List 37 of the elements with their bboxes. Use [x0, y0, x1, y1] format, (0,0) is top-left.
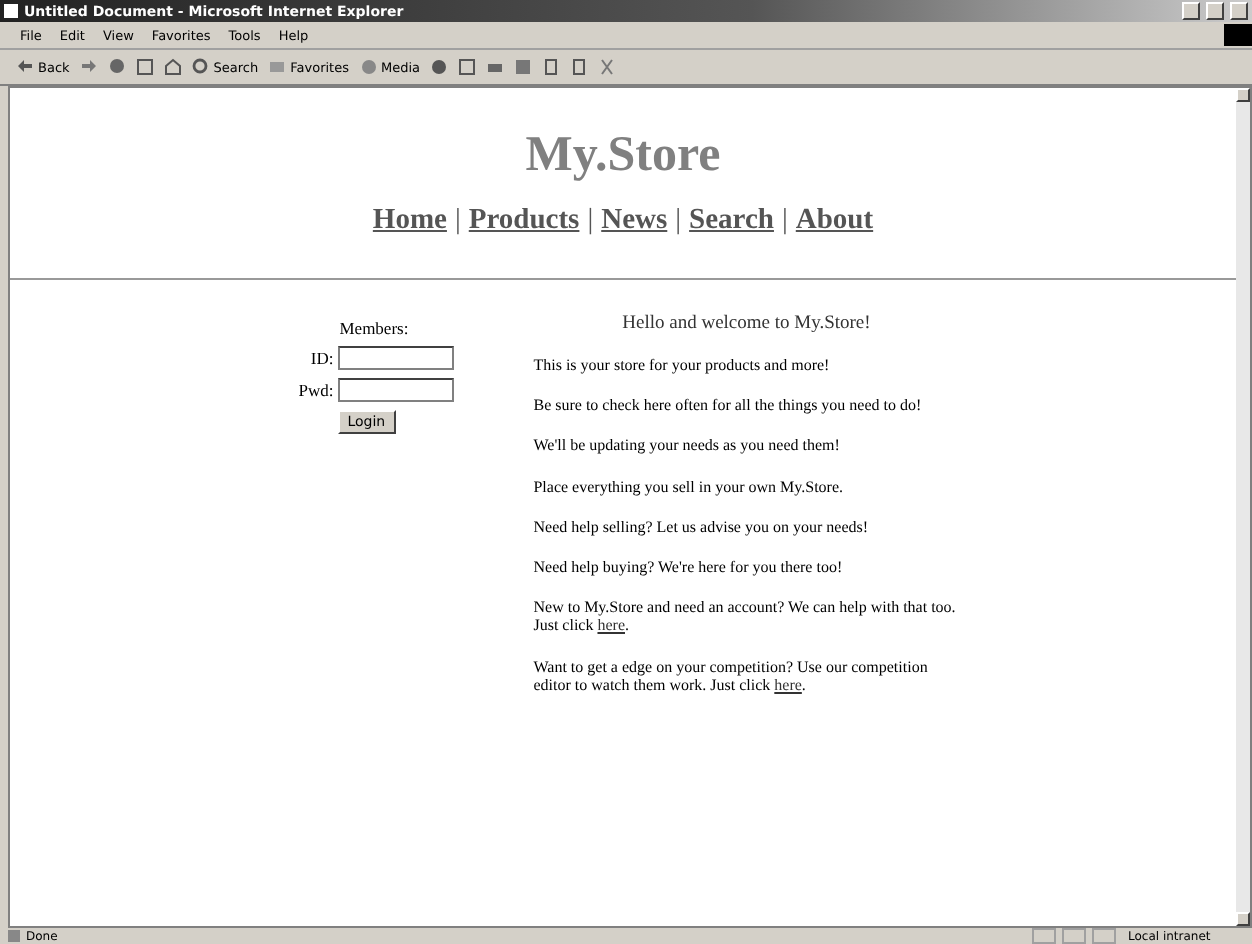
status-panel	[1032, 928, 1056, 944]
input-field[interactable]	[337, 378, 454, 402]
close-button[interactable]	[1230, 2, 1248, 20]
nav-link[interactable]: News	[601, 204, 668, 238]
paragraph: New to My.Store and need an account? We can help with that too. Just click here.	[533, 598, 958, 635]
media-icon	[359, 58, 377, 76]
paragraph: Be sure to check here often for all the things you need to do!	[533, 396, 924, 415]
maximize-button[interactable]	[1206, 2, 1224, 20]
paragraph: Need help buying? We're here for you there too!	[533, 557, 845, 577]
site-logo: My.Store	[525, 128, 721, 184]
back-arrow-icon	[16, 58, 34, 76]
nav-separator: |	[454, 204, 461, 238]
field-label: ID:	[308, 348, 334, 368]
nav-link[interactable]: Products	[468, 204, 580, 238]
paragraph: Need help selling? Let us advise you on your needs!	[533, 517, 871, 536]
paragraph: We'll be updating your needs as you need them!	[533, 436, 842, 456]
members-heading: Members:	[337, 318, 411, 338]
paragraph: This is your store for your products and more!	[533, 356, 832, 375]
nav-separator: |	[675, 204, 682, 238]
status-panel	[1062, 928, 1086, 944]
welcome-heading: Hello and welcome to My.Store!	[620, 314, 873, 334]
search-icon	[191, 58, 210, 76]
nav-link[interactable]: Search	[689, 204, 774, 238]
browser-icon	[4, 4, 18, 18]
status-panel	[1092, 928, 1116, 944]
nav-link[interactable]: About	[795, 204, 874, 238]
folder-icon	[268, 58, 287, 76]
field-label: Pwd:	[298, 380, 334, 400]
here-link[interactable]: here	[597, 616, 625, 635]
here-link[interactable]: here	[774, 675, 802, 694]
input-field[interactable]	[337, 346, 454, 370]
paragraph: Want to get a edge on your competition? Use our competition editor to watch them work. Just click here.	[533, 657, 930, 694]
nav-link[interactable]: Home	[372, 204, 447, 238]
paragraph: Place everything you sell in your own My.Store.	[533, 477, 846, 496]
minimize-button[interactable]	[1182, 2, 1200, 20]
nav-separator: |	[781, 204, 788, 238]
nav-separator: |	[587, 204, 594, 238]
